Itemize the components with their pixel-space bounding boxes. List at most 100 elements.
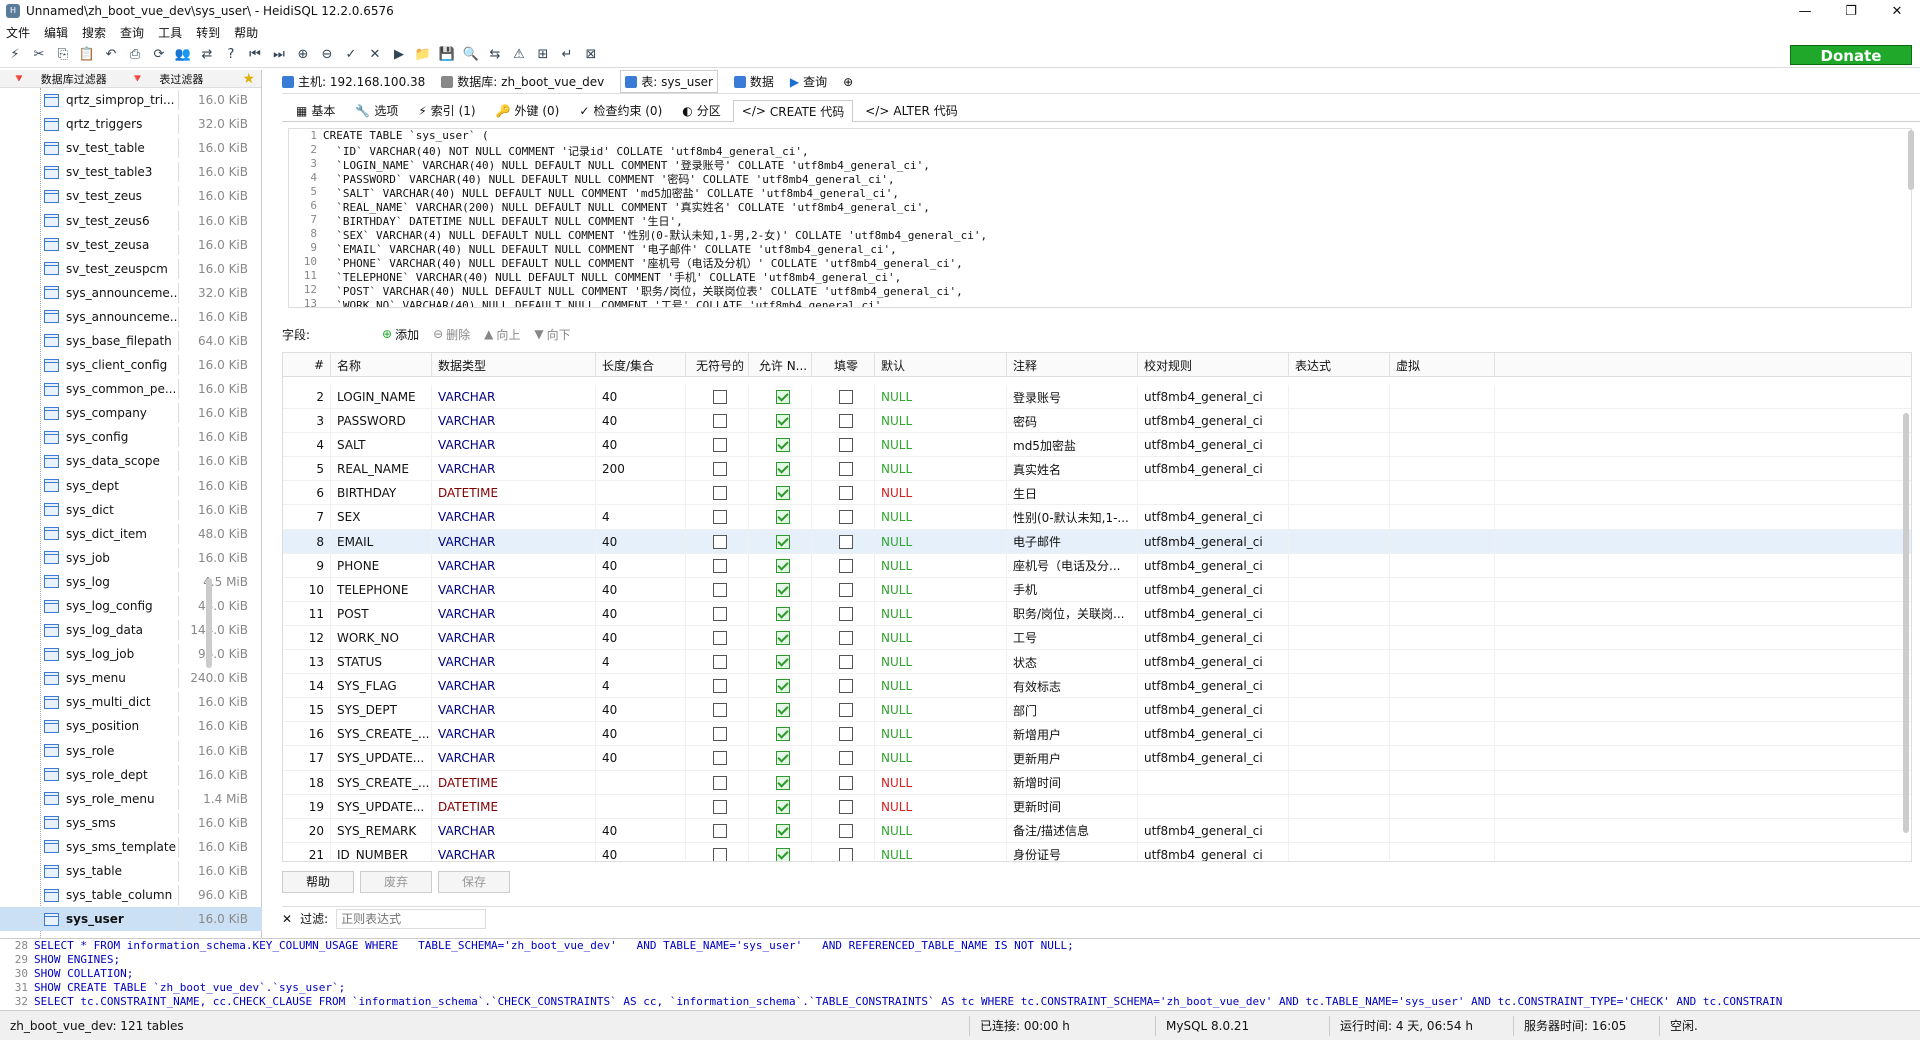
field-type[interactable]: DATETIME — [432, 481, 596, 506]
field-name[interactable]: SYS_CREATE_... — [331, 770, 432, 795]
field-name[interactable]: ID_NUMBER — [331, 842, 432, 861]
field-expression[interactable] — [1289, 577, 1390, 602]
field-default[interactable]: NULL — [875, 842, 1007, 861]
field-length[interactable]: 40 — [596, 577, 686, 602]
unsigned-checkbox[interactable] — [686, 650, 749, 675]
col-header-type[interactable]: 数据类型 — [432, 353, 596, 377]
unsigned-checkbox[interactable] — [686, 746, 749, 771]
checkbox-unchecked[interactable] — [713, 582, 727, 597]
field-expression[interactable] — [1289, 674, 1390, 699]
table-row[interactable]: 9 PHONE VARCHAR 40 NULL 座机号（电话及分... utf8mb4_ge… — [283, 553, 1911, 578]
wrap-icon[interactable]: ↵ — [558, 46, 576, 64]
tree-item-sys-base-filepath[interactable]: sys_base_filepath 64.0 KiB — [0, 329, 262, 353]
field-length[interactable]: 4 — [596, 674, 686, 699]
checkbox-unchecked[interactable] — [839, 558, 853, 573]
checkbox-checked[interactable] — [776, 847, 790, 861]
field-type[interactable]: VARCHAR — [432, 385, 596, 409]
field-length[interactable] — [596, 770, 686, 795]
delete-field-button[interactable]: ⊖ 删除 — [433, 326, 470, 343]
tab-options[interactable]: 🔧 选项 — [347, 100, 406, 122]
search-icon[interactable]: 🔍 — [462, 46, 480, 64]
menu-tools[interactable]: 工具 — [158, 24, 182, 41]
checkbox-checked[interactable] — [776, 582, 790, 597]
field-name[interactable]: POST — [331, 601, 432, 626]
zerofill-checkbox[interactable] — [812, 842, 875, 861]
field-comment[interactable]: 密码 — [1007, 409, 1138, 434]
tree-item-sys-user[interactable]: sys_user 16.0 KiB — [0, 907, 262, 932]
checkbox-unchecked[interactable] — [839, 847, 853, 861]
field-type[interactable]: VARCHAR — [432, 698, 596, 723]
zerofill-checkbox[interactable] — [812, 409, 875, 434]
field-virtual[interactable] — [1390, 818, 1495, 843]
host-tab[interactable]: 主机: 192.168.100.38 — [282, 73, 425, 90]
allow-null-checkbox[interactable] — [749, 818, 812, 843]
checkbox-checked[interactable] — [776, 655, 790, 670]
field-comment[interactable]: 工号 — [1007, 625, 1138, 650]
tree-item-sys-data-scope[interactable]: sys_data_scope 16.0 KiB — [0, 449, 262, 473]
checkbox-unchecked[interactable] — [839, 703, 853, 718]
import-icon[interactable]: ⇄ — [198, 46, 216, 64]
unsigned-checkbox[interactable] — [686, 842, 749, 861]
allow-null-checkbox[interactable] — [749, 553, 812, 578]
tree-item-sys-role[interactable]: sys_role 16.0 KiB — [0, 739, 262, 763]
field-type[interactable]: DATETIME — [432, 770, 596, 795]
checkbox-checked[interactable] — [776, 558, 790, 573]
tab-basic[interactable]: ▦ 基本 — [288, 100, 343, 122]
menu-help[interactable]: 帮助 — [234, 24, 258, 41]
field-collation[interactable]: utf8mb4_general_ci — [1138, 457, 1289, 482]
field-default[interactable]: NULL — [875, 794, 1007, 819]
field-comment[interactable]: 更新时间 — [1007, 794, 1138, 819]
zerofill-checkbox[interactable] — [812, 698, 875, 723]
grid-scrollbar[interactable] — [1903, 413, 1909, 833]
field-length[interactable]: 4 — [596, 650, 686, 675]
field-virtual[interactable] — [1390, 457, 1495, 482]
table-tab[interactable]: 表: sys_user — [620, 70, 718, 93]
field-expression[interactable] — [1289, 601, 1390, 626]
save-button[interactable]: 保存 — [438, 871, 510, 893]
allow-null-checkbox[interactable] — [749, 529, 812, 554]
tree-item-sys-menu[interactable]: sys_menu 240.0 KiB — [0, 666, 262, 690]
field-default[interactable]: NULL — [875, 457, 1007, 482]
tab-indexes[interactable]: ⚡ 索引 (1) — [410, 100, 483, 122]
field-default[interactable]: NULL — [875, 481, 1007, 506]
field-virtual[interactable] — [1390, 842, 1495, 861]
unsigned-checkbox[interactable] — [686, 698, 749, 723]
binary-icon[interactable]: ⊞ — [534, 46, 552, 64]
field-expression[interactable] — [1289, 842, 1390, 861]
last-icon[interactable]: ⏭ — [270, 46, 288, 64]
format-icon[interactable]: ⚠ — [510, 46, 528, 64]
field-name[interactable]: SYS_DEPT — [331, 698, 432, 723]
tree-item-sys-sms-template[interactable]: sys_sms_template 16.0 KiB — [0, 835, 262, 859]
field-name[interactable]: REAL_NAME — [331, 457, 432, 482]
unsigned-checkbox[interactable] — [686, 409, 749, 434]
unsigned-checkbox[interactable] — [686, 481, 749, 506]
new-query-icon[interactable]: ⊕ — [843, 75, 853, 89]
undo-icon[interactable]: ↶ — [102, 46, 120, 64]
col-header-length[interactable]: 长度/集合 — [596, 353, 686, 377]
field-length[interactable]: 40 — [596, 746, 686, 771]
field-expression[interactable] — [1289, 722, 1390, 747]
checkbox-unchecked[interactable] — [713, 462, 727, 477]
checkbox-unchecked[interactable] — [713, 727, 727, 742]
tree-item-sys-config[interactable]: sys_config 16.0 KiB — [0, 425, 262, 449]
allow-null-checkbox[interactable] — [749, 385, 812, 409]
field-default[interactable]: NULL — [875, 505, 1007, 530]
field-name[interactable]: SYS_UPDATE... — [331, 746, 432, 771]
col-header-num[interactable]: # — [283, 353, 331, 377]
field-name[interactable]: SEX — [331, 505, 432, 530]
unsigned-checkbox[interactable] — [686, 577, 749, 602]
allow-null-checkbox[interactable] — [749, 577, 812, 602]
close-button[interactable]: ✕ — [1874, 4, 1920, 19]
field-collation[interactable]: utf8mb4_general_ci — [1138, 601, 1289, 626]
checkbox-unchecked[interactable] — [713, 655, 727, 670]
checkbox-checked[interactable] — [776, 414, 790, 429]
field-default[interactable]: NULL — [875, 529, 1007, 554]
field-comment[interactable]: 部门 — [1007, 698, 1138, 723]
zerofill-checkbox[interactable] — [812, 529, 875, 554]
donate-button[interactable]: Donate — [1790, 44, 1912, 65]
unsigned-checkbox[interactable] — [686, 457, 749, 482]
field-default[interactable]: NULL — [875, 698, 1007, 723]
move-down-button[interactable]: ▼ 向下 — [534, 326, 570, 343]
allow-null-checkbox[interactable] — [749, 433, 812, 458]
checkbox-unchecked[interactable] — [839, 775, 853, 790]
